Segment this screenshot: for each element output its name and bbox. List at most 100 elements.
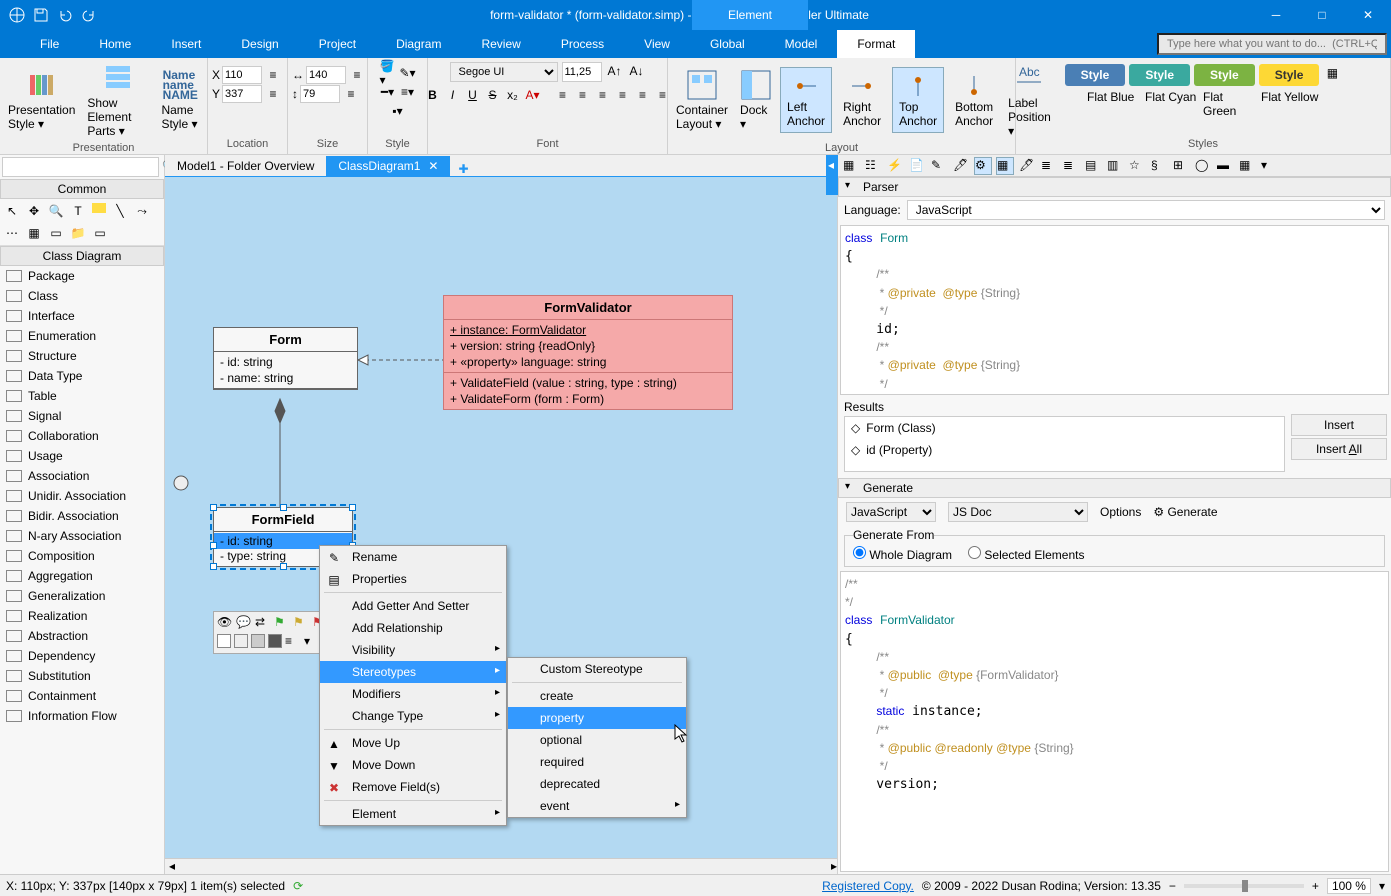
dots-tool-icon[interactable]: ⋯	[4, 225, 20, 241]
parser-code-area[interactable]: class Form { /** * @private @type {Strin…	[840, 225, 1389, 395]
line-tool-icon[interactable]: ╲	[112, 203, 128, 219]
font-overline-button[interactable]: x₂	[504, 86, 522, 104]
ft-swap-icon[interactable]: ⇄	[255, 615, 271, 631]
hand-tool-icon[interactable]: ✥	[26, 203, 42, 219]
menu-model[interactable]: Model	[765, 30, 838, 58]
menu-format[interactable]: Format	[837, 30, 915, 58]
toolbox-search-input[interactable]	[2, 157, 159, 177]
menu-insert[interactable]: Insert	[151, 30, 221, 58]
palette-unidir-association[interactable]: Unidir. Association	[0, 486, 164, 506]
rp-btn-1[interactable]: ▦	[842, 157, 860, 175]
zoom-out-icon[interactable]: −	[1169, 879, 1176, 893]
x-stepper[interactable]: ≡	[264, 66, 282, 84]
style-pill-3[interactable]: Style	[1194, 64, 1255, 86]
rp-btn-12[interactable]: ☆	[1128, 157, 1146, 175]
ctx-add-getter-setter[interactable]: Add Getter And Setter	[320, 595, 506, 617]
menu-file[interactable]: File	[20, 30, 79, 58]
x-input[interactable]	[222, 66, 262, 84]
tab-class-diagram[interactable]: ClassDiagram1✕	[326, 156, 450, 176]
bold-button[interactable]: B	[424, 86, 442, 104]
parser-language-select[interactable]: JavaScript	[907, 200, 1385, 220]
sub-event[interactable]: event	[508, 795, 686, 817]
palette-bidir-association[interactable]: Bidir. Association	[0, 506, 164, 526]
ft-comment-icon[interactable]: 💬	[236, 615, 252, 631]
menu-review[interactable]: Review	[461, 30, 540, 58]
strike-button[interactable]: S	[484, 86, 502, 104]
redo-icon[interactable]	[80, 6, 98, 24]
undo-icon[interactable]	[56, 6, 74, 24]
underline-button[interactable]: U	[464, 86, 482, 104]
ft-flag-green-icon[interactable]: ⚑	[274, 615, 290, 631]
text-tool-icon[interactable]: T	[70, 203, 86, 219]
align-mid-button[interactable]: ≡	[634, 86, 652, 104]
menu-view[interactable]: View	[624, 30, 690, 58]
swatch-grey[interactable]	[234, 634, 248, 648]
gen-options-link[interactable]: Options	[1100, 505, 1141, 519]
presentation-style-button[interactable]: Presentation Style ▾	[4, 67, 79, 133]
align-right-button[interactable]: ≡	[594, 86, 612, 104]
menu-project[interactable]: Project	[299, 30, 376, 58]
styles-more-1[interactable]: ▦	[1323, 64, 1341, 82]
uml-class-formvalidator[interactable]: FormValidator + instance: FormValidator …	[443, 295, 733, 410]
insert-button[interactable]: Insert	[1291, 414, 1387, 436]
palette-package[interactable]: Package	[0, 266, 164, 286]
rp-btn-4[interactable]: 📄	[908, 157, 926, 175]
generate-header[interactable]: Generate	[838, 478, 1391, 498]
palette-realization[interactable]: Realization	[0, 606, 164, 626]
result-id[interactable]: ◇id (Property)	[845, 439, 1284, 461]
contextual-tab-element[interactable]: Element	[692, 0, 808, 30]
palette-aggregation[interactable]: Aggregation	[0, 566, 164, 586]
align-center-button[interactable]: ≡	[574, 86, 592, 104]
note-tool-icon[interactable]	[92, 203, 106, 213]
style-pill-2[interactable]: Style	[1129, 64, 1190, 86]
shrink-font-button[interactable]: A↓	[628, 62, 646, 80]
ctx-stereotypes[interactable]: Stereotypes	[320, 661, 506, 683]
palette-table[interactable]: Table	[0, 386, 164, 406]
line-style-button[interactable]: ━▾	[379, 83, 397, 101]
ctx-modifiers[interactable]: Modifiers	[320, 683, 506, 705]
arrow-tool-icon[interactable]: ↖	[4, 203, 20, 219]
rp-btn-16[interactable]: ▬	[1216, 157, 1234, 175]
parser-header[interactable]: Parser	[838, 177, 1391, 197]
dock-button[interactable]: Dock ▾	[736, 67, 776, 133]
sub-optional[interactable]: optional	[508, 729, 686, 751]
palette-class[interactable]: Class	[0, 286, 164, 306]
menu-process[interactable]: Process	[541, 30, 624, 58]
line-weight-button[interactable]: ≡▾	[399, 83, 417, 101]
ctx-add-relationship[interactable]: Add Relationship	[320, 617, 506, 639]
palette-dependency[interactable]: Dependency	[0, 646, 164, 666]
zoom-slider[interactable]	[1184, 884, 1304, 888]
gen-generate-button[interactable]: ⚙ Generate	[1153, 505, 1217, 519]
ft-flag-yellow-icon[interactable]: ⚑	[293, 615, 309, 631]
sync-icon[interactable]: ⟳	[293, 879, 303, 893]
rp-btn-15[interactable]: ◯	[1194, 157, 1212, 175]
palette-substitution[interactable]: Substitution	[0, 666, 164, 686]
fill-color-button[interactable]: 🪣▾	[379, 64, 397, 82]
grid-tool-icon[interactable]: ▦	[26, 225, 42, 241]
ctx-rename[interactable]: ✎Rename	[320, 546, 506, 568]
bottom-anchor-button[interactable]: Bottom Anchor	[948, 67, 1000, 133]
sub-property[interactable]: property	[508, 707, 686, 729]
left-anchor-button[interactable]: Left Anchor	[780, 67, 832, 133]
ft-visible-icon[interactable]: 👁	[217, 615, 233, 631]
palette-interface[interactable]: Interface	[0, 306, 164, 326]
palette-containment[interactable]: Containment	[0, 686, 164, 706]
rp-btn-2[interactable]: ☷	[864, 157, 882, 175]
connector-tool-icon[interactable]: ⤳	[134, 203, 150, 219]
align-top-button[interactable]: ≡	[614, 86, 632, 104]
diagram-canvas[interactable]: Form - id: string - name: string FormVal…	[165, 177, 837, 858]
rp-btn-3[interactable]: ⚡	[886, 157, 904, 175]
uml-class-form[interactable]: Form - id: string - name: string	[213, 327, 358, 390]
font-size-input[interactable]	[562, 62, 602, 82]
close-button[interactable]: ✕	[1345, 0, 1391, 30]
ctx-remove-fields[interactable]: ✖Remove Field(s)	[320, 776, 506, 798]
name-style-button[interactable]: NamenameNAMEName Style ▾	[157, 67, 203, 133]
palette-structure[interactable]: Structure	[0, 346, 164, 366]
style-pill-1[interactable]: Style	[1065, 64, 1126, 86]
italic-button[interactable]: I	[444, 86, 462, 104]
save-icon[interactable]	[32, 6, 50, 24]
top-anchor-button[interactable]: Top Anchor	[892, 67, 944, 133]
font-name-select[interactable]: Segoe UI	[450, 62, 558, 82]
y-stepper[interactable]: ≡	[264, 85, 282, 103]
rp-btn-8[interactable]: ≣	[1040, 157, 1058, 175]
